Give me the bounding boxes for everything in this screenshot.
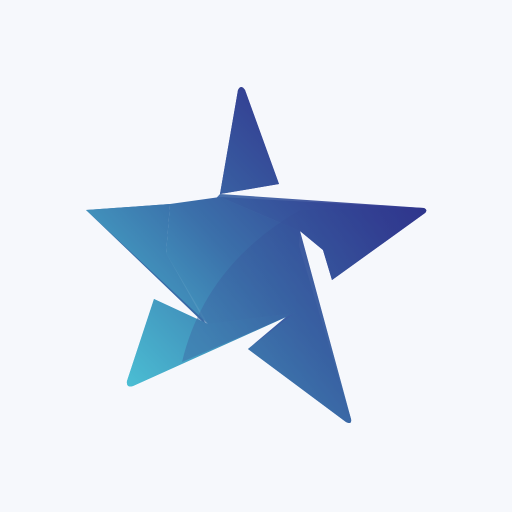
app-icon-canvas bbox=[0, 0, 512, 512]
star-logo-icon bbox=[86, 87, 427, 423]
